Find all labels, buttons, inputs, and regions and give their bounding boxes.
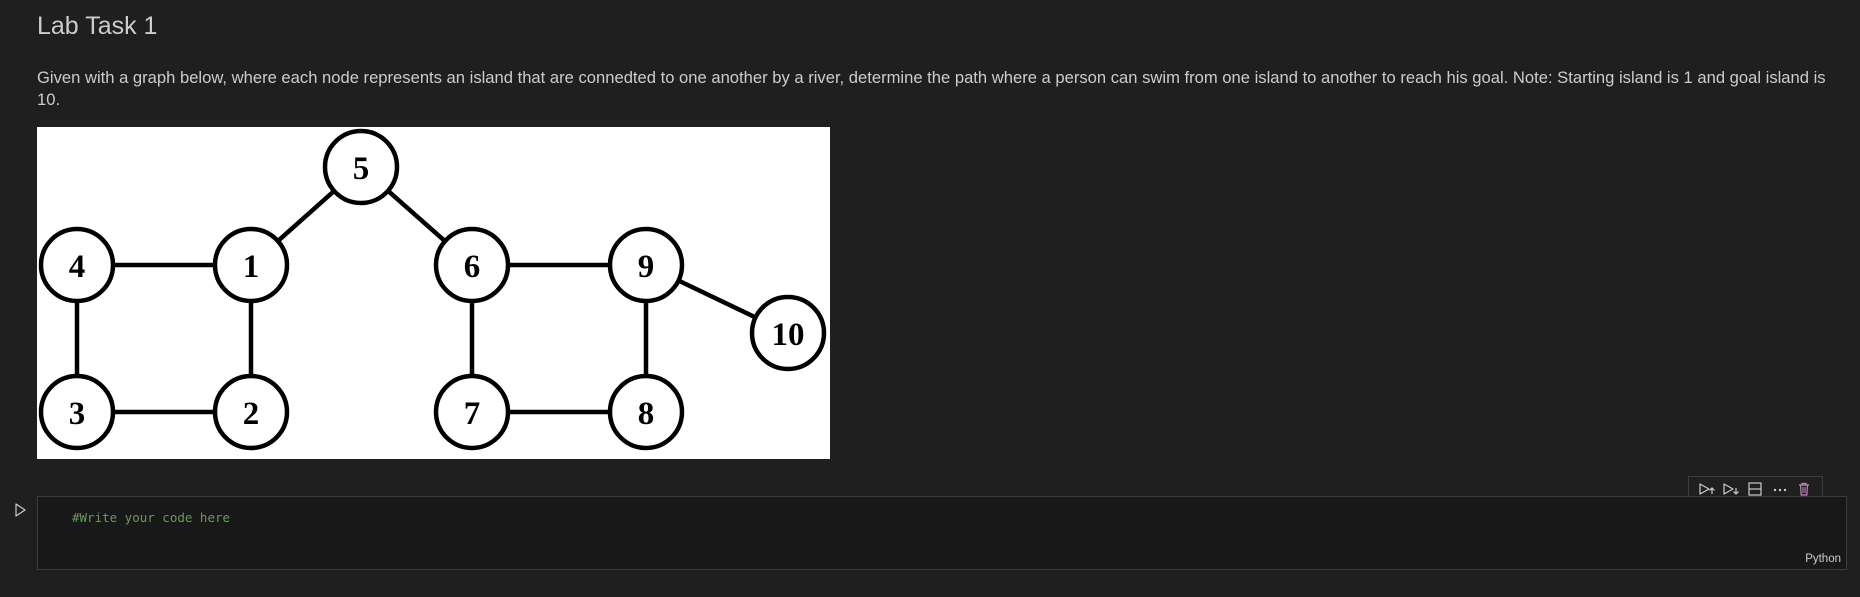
graph-node-8: 8 (607, 373, 685, 451)
graph-node-label: 7 (464, 396, 481, 432)
graph-node-2: 2 (212, 373, 290, 451)
graph-node-10: 10 (749, 294, 827, 372)
run-cell-button[interactable] (11, 501, 29, 519)
graph-node-9: 9 (607, 226, 685, 304)
cell-language-picker[interactable]: Python (1805, 553, 1841, 565)
graph-node-label: 4 (69, 249, 86, 285)
graph-node-label: 10 (772, 317, 805, 353)
graph-image: 1 2 3 4 5 6 7 8 9 10 (37, 127, 830, 459)
graph-node-label: 9 (638, 249, 655, 285)
more-actions-icon (1773, 488, 1786, 491)
cell-title: Lab Task 1 (37, 12, 158, 40)
graph-node-label: 6 (464, 249, 481, 285)
split-cell-icon (1748, 481, 1763, 496)
code-comment[interactable]: #Write your code here (72, 510, 230, 525)
execute-above-icon (1699, 482, 1716, 495)
graph-svg: 1 2 3 4 5 6 7 8 9 10 (38, 128, 827, 451)
graph-node-label: 5 (353, 151, 370, 187)
graph-node-label: 2 (243, 396, 260, 432)
graph-node-3: 3 (38, 373, 116, 451)
graph-node-label: 8 (638, 396, 655, 432)
play-icon (15, 503, 26, 517)
graph-node-5: 5 (322, 128, 400, 206)
graph-node-label: 1 (243, 249, 260, 285)
execute-below-icon (1723, 482, 1740, 495)
graph-node-4: 4 (38, 226, 116, 304)
graph-node-label: 3 (69, 396, 86, 432)
graph-node-7: 7 (433, 373, 511, 451)
cell-paragraph: Given with a graph below, where each nod… (37, 68, 1826, 109)
delete-icon (1798, 482, 1809, 496)
graph-node-1: 1 (212, 226, 290, 304)
graph-node-6: 6 (433, 226, 511, 304)
code-cell[interactable]: #Write your code here Python (37, 496, 1847, 570)
